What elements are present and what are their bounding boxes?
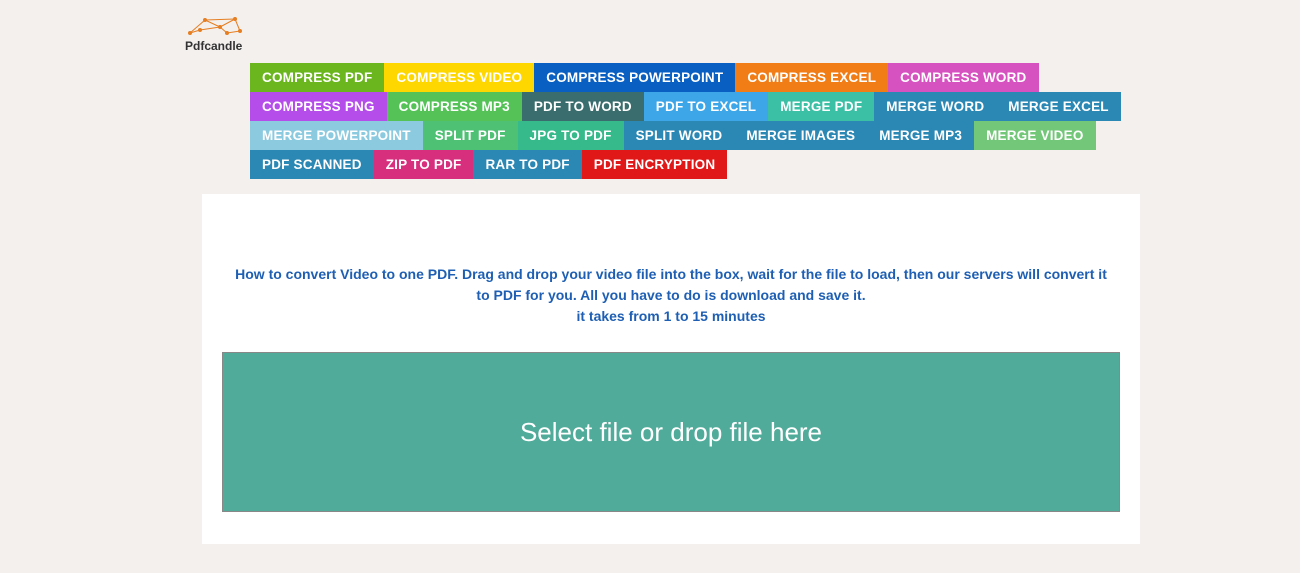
- instruction-line2: it takes from 1 to 15 minutes: [576, 308, 765, 324]
- logo-icon: [185, 15, 245, 37]
- nav-item-split-word[interactable]: SPLIT WORD: [624, 121, 735, 150]
- nav-item-merge-mp3[interactable]: MERGE MP3: [867, 121, 974, 150]
- nav-item-split-pdf[interactable]: SPLIT PDF: [423, 121, 518, 150]
- nav-item-compress-powerpoint[interactable]: COMPRESS POWERPOINT: [534, 63, 735, 92]
- nav-item-rar-to-pdf[interactable]: RAR TO PDF: [473, 150, 581, 179]
- nav-item-compress-video[interactable]: COMPRESS VIDEO: [384, 63, 534, 92]
- nav-item-merge-excel[interactable]: MERGE EXCEL: [996, 92, 1120, 121]
- nav-item-compress-pdf[interactable]: COMPRESS PDF: [250, 63, 384, 92]
- instructions: How to convert Video to one PDF. Drag an…: [222, 264, 1120, 327]
- nav-item-pdf-to-word[interactable]: PDF TO WORD: [522, 92, 644, 121]
- nav-item-merge-pdf[interactable]: MERGE PDF: [768, 92, 874, 121]
- nav-item-pdf-scanned[interactable]: PDF SCANNED: [250, 150, 374, 179]
- nav-item-pdf-to-excel[interactable]: PDF TO EXCEL: [644, 92, 768, 121]
- nav-item-merge-images[interactable]: MERGE IMAGES: [734, 121, 867, 150]
- nav-item-compress-word[interactable]: COMPRESS WORD: [888, 63, 1038, 92]
- nav-item-jpg-to-pdf[interactable]: JPG TO PDF: [518, 121, 624, 150]
- nav-item-pdf-encryption[interactable]: PDF ENCRYPTION: [582, 150, 728, 179]
- dropzone-label: Select file or drop file here: [520, 417, 822, 448]
- nav-item-compress-png[interactable]: COMPRESS PNG: [250, 92, 387, 121]
- nav-item-merge-word[interactable]: MERGE WORD: [874, 92, 996, 121]
- nav-item-compress-mp3[interactable]: COMPRESS MP3: [387, 92, 522, 121]
- header: Pdfcandle: [0, 0, 1300, 63]
- nav-item-compress-excel[interactable]: COMPRESS EXCEL: [735, 63, 888, 92]
- nav-menu: COMPRESS PDFCOMPRESS VIDEOCOMPRESS POWER…: [250, 63, 1140, 179]
- file-dropzone[interactable]: Select file or drop file here: [222, 352, 1120, 512]
- instruction-line1: How to convert Video to one PDF. Drag an…: [235, 266, 1107, 303]
- nav-item-zip-to-pdf[interactable]: ZIP TO PDF: [374, 150, 474, 179]
- logo-text: Pdfcandle: [185, 39, 242, 53]
- logo[interactable]: Pdfcandle: [185, 15, 275, 53]
- nav-item-merge-video[interactable]: MERGE VIDEO: [974, 121, 1095, 150]
- nav-item-merge-powerpoint[interactable]: MERGE POWERPOINT: [250, 121, 423, 150]
- content-area: How to convert Video to one PDF. Drag an…: [202, 194, 1140, 544]
